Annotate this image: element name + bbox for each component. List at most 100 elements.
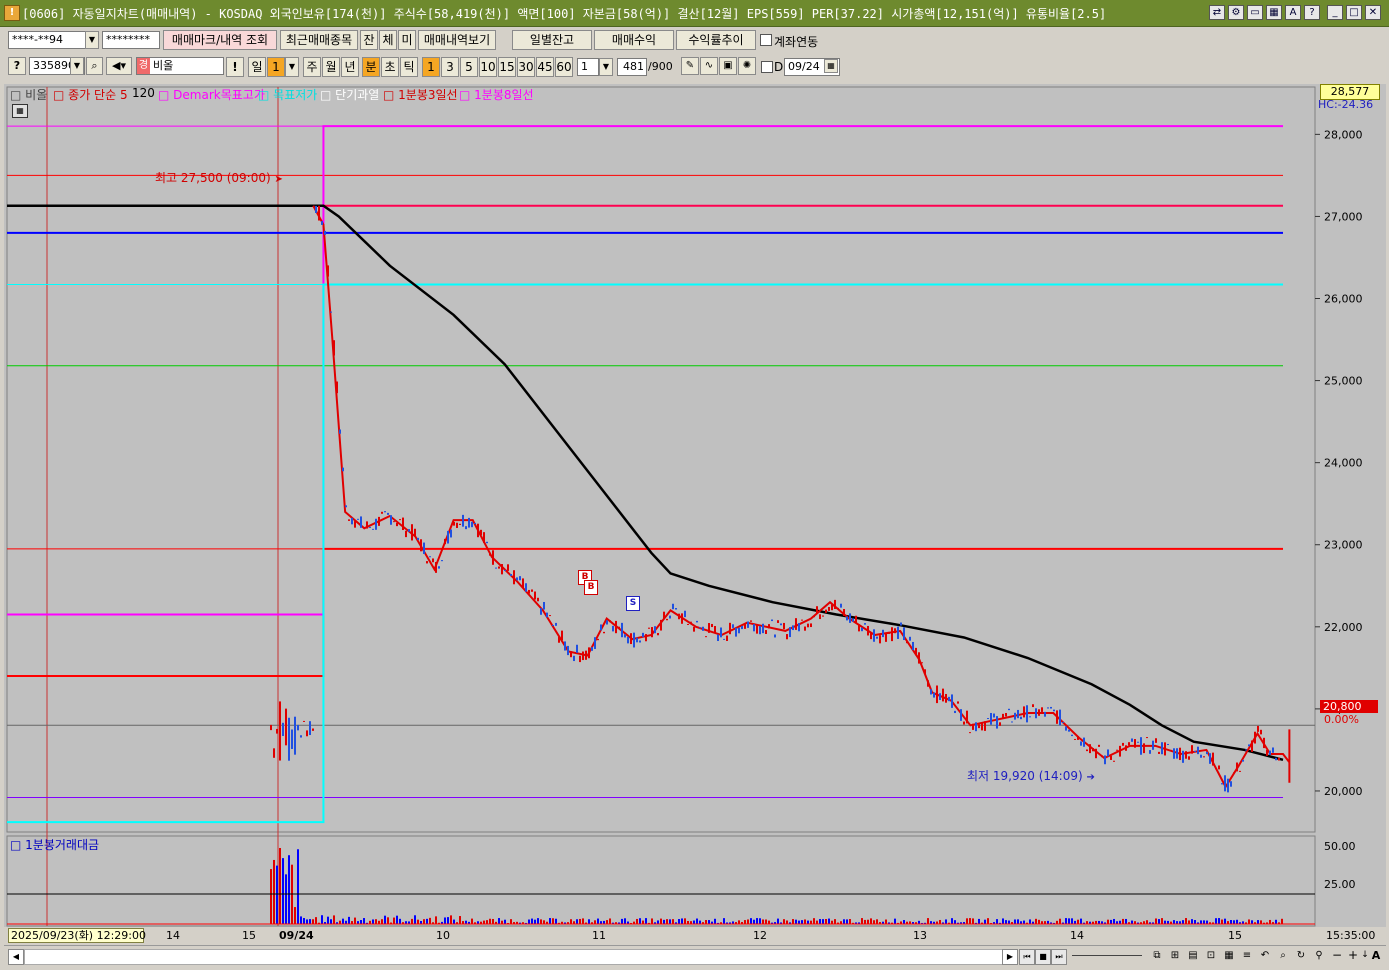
candle (822, 615, 824, 617)
candle (396, 522, 398, 527)
candle (285, 708, 287, 746)
volume-bar (969, 918, 971, 924)
volume-bar (939, 919, 941, 924)
undo-icon[interactable]: ↶ (1258, 949, 1272, 963)
candle (1074, 738, 1076, 740)
time-label-14: 14 (166, 929, 180, 942)
list-icon[interactable]: ≡ (1240, 949, 1254, 963)
scroll-right-icon[interactable]: ▶ (1002, 949, 1018, 965)
candle (750, 620, 752, 622)
candle (864, 623, 866, 625)
candle (1038, 709, 1040, 716)
refresh-icon[interactable]: ↻ (1294, 949, 1308, 963)
scroll-left-icon[interactable]: ◀ (8, 949, 24, 965)
candle (384, 511, 386, 513)
price-tick-label: 22,000 (1324, 621, 1363, 634)
candle (1128, 742, 1130, 746)
volume-bar (1122, 918, 1124, 924)
volume-bar (411, 918, 413, 924)
volume-bar (309, 919, 311, 924)
candle (540, 608, 542, 615)
volume-bar (804, 919, 806, 924)
compare-icon[interactable]: ⊡ (1204, 949, 1218, 963)
volume-bar (489, 918, 491, 924)
legend-3day: □ 1분봉3일선 (383, 88, 458, 102)
forward-icon[interactable]: ⏭ (1051, 949, 1067, 965)
rewind-icon[interactable]: ⏮ (1019, 949, 1035, 965)
volume-bar (978, 918, 980, 924)
candle (1017, 709, 1019, 719)
candle (747, 621, 749, 628)
volume-bar (429, 917, 431, 924)
volume-bar (795, 919, 797, 924)
horizontal-scrollbar[interactable] (24, 949, 1004, 965)
candle (609, 620, 611, 623)
candle (1191, 745, 1193, 754)
candle (483, 532, 485, 543)
zoom-out-icon[interactable]: − (1330, 949, 1344, 963)
stop-icon[interactable]: ■ (1035, 949, 1051, 965)
buy-marker-2[interactable]: B (584, 580, 598, 595)
candle (363, 527, 365, 529)
zoom-in-icon[interactable]: + (1346, 949, 1360, 963)
candle (621, 622, 623, 638)
volume-bar (444, 917, 446, 924)
volume-bar (594, 920, 596, 924)
candle (636, 637, 638, 643)
layout-icon[interactable]: ▤ (1186, 949, 1200, 963)
candle (1269, 750, 1271, 755)
volume-bar (597, 918, 599, 924)
candle (1173, 748, 1175, 759)
font-size-icon[interactable]: A (1370, 949, 1382, 963)
split-icon[interactable]: ⊞ (1168, 949, 1182, 963)
volume-bar (1014, 919, 1016, 924)
candle (939, 693, 941, 700)
candle (519, 576, 521, 581)
candle (660, 619, 662, 631)
pin-icon[interactable]: ⚲ (1312, 949, 1326, 963)
volume-bar (1059, 918, 1061, 924)
volume-bar (846, 919, 848, 924)
candle (516, 577, 518, 581)
volume-bar (549, 918, 551, 924)
candle (558, 637, 560, 643)
candle (1152, 740, 1154, 750)
candle (1047, 707, 1049, 709)
candle (1239, 770, 1241, 772)
candle (810, 623, 812, 628)
candle (402, 517, 404, 531)
price-chart: 28,000 27,000 26,000 25,000 24,000 23,000 22,0… (6, 86, 1386, 927)
volume-bar (540, 919, 542, 924)
search-icon[interactable]: ⌕ (1276, 949, 1290, 963)
volume-bar (342, 918, 344, 924)
volume-bar (870, 918, 872, 924)
candle (708, 623, 710, 633)
price-tick-label: 26,000 (1324, 293, 1363, 306)
down-arrow-icon[interactable]: ↓ (1360, 949, 1370, 963)
candle (453, 521, 455, 526)
candle (300, 735, 302, 738)
grid-toggle-icon[interactable]: ▦ (12, 104, 28, 118)
zoom-box-icon[interactable]: ⧉ (1150, 949, 1164, 963)
candle (894, 628, 896, 634)
speed-slider[interactable] (1072, 955, 1142, 956)
time-axis: 2025/09/23(화) 12:29:00 14 15 09/24 10 11… (4, 927, 1386, 945)
candle (1200, 754, 1202, 758)
volume-bar (645, 918, 647, 924)
candle (1149, 750, 1151, 754)
candle (309, 721, 311, 736)
volume-bar (399, 918, 401, 924)
sell-marker[interactable]: S (626, 596, 640, 611)
candle (825, 609, 827, 613)
volume-bar (327, 916, 329, 924)
candle (1194, 750, 1196, 752)
volume-bar (1200, 920, 1202, 924)
volume-bar (1230, 920, 1232, 924)
candle (1080, 741, 1082, 746)
candle (582, 651, 584, 661)
volume-bar (672, 919, 674, 924)
candle (468, 517, 470, 528)
grid-icon[interactable]: ▦ (1222, 949, 1236, 963)
legend-overheat: □ 단기과열 (320, 88, 380, 102)
volume-bar (765, 919, 767, 924)
